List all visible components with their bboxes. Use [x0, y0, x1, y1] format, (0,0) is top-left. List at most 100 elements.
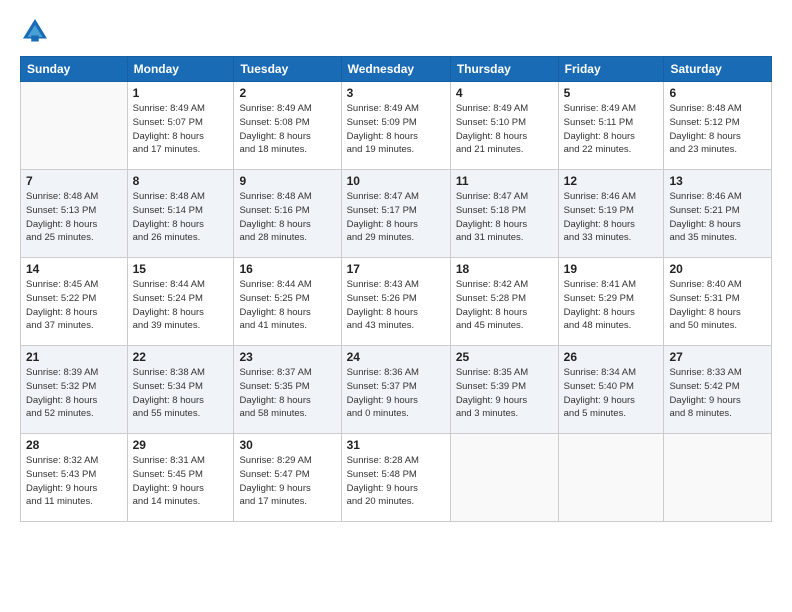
day-number: 25	[456, 350, 553, 364]
calendar-cell	[21, 82, 128, 170]
day-info: Sunrise: 8:47 AMSunset: 5:17 PMDaylight:…	[347, 190, 445, 245]
day-info: Sunrise: 8:49 AMSunset: 5:08 PMDaylight:…	[239, 102, 335, 157]
day-info: Sunrise: 8:49 AMSunset: 5:07 PMDaylight:…	[133, 102, 229, 157]
calendar-cell: 21 Sunrise: 8:39 AMSunset: 5:32 PMDayligh…	[21, 346, 128, 434]
page: SundayMondayTuesdayWednesdayThursdayFrid…	[0, 0, 792, 612]
day-number: 7	[26, 174, 122, 188]
day-number: 31	[347, 438, 445, 452]
weekday-header-saturday: Saturday	[664, 57, 772, 82]
day-info: Sunrise: 8:42 AMSunset: 5:28 PMDaylight:…	[456, 278, 553, 333]
calendar-cell: 18 Sunrise: 8:42 AMSunset: 5:28 PMDayligh…	[450, 258, 558, 346]
day-number: 21	[26, 350, 122, 364]
calendar-cell: 20 Sunrise: 8:40 AMSunset: 5:31 PMDayligh…	[664, 258, 772, 346]
day-info: Sunrise: 8:34 AMSunset: 5:40 PMDaylight:…	[564, 366, 659, 421]
day-number: 1	[133, 86, 229, 100]
calendar-cell: 13Sunrise: 8:46 AMSunset: 5:21 PMDayligh…	[664, 170, 772, 258]
calendar-row-4: 21 Sunrise: 8:39 AMSunset: 5:32 PMDayligh…	[21, 346, 772, 434]
day-number: 23	[239, 350, 335, 364]
calendar-cell: 14 Sunrise: 8:45 AMSunset: 5:22 PMDayligh…	[21, 258, 128, 346]
day-number: 8	[133, 174, 229, 188]
day-number: 5	[564, 86, 659, 100]
day-info: Sunrise: 8:37 AMSunset: 5:35 PMDaylight:…	[239, 366, 335, 421]
day-info: Sunrise: 8:49 AMSunset: 5:09 PMDaylight:…	[347, 102, 445, 157]
calendar-header-row: SundayMondayTuesdayWednesdayThursdayFrid…	[21, 57, 772, 82]
header	[20, 16, 772, 46]
calendar-cell: 12Sunrise: 8:46 AMSunset: 5:19 PMDayligh…	[558, 170, 664, 258]
day-number: 24	[347, 350, 445, 364]
day-number: 10	[347, 174, 445, 188]
calendar-cell: 5 Sunrise: 8:49 AMSunset: 5:11 PMDaylight…	[558, 82, 664, 170]
day-info: Sunrise: 8:49 AMSunset: 5:11 PMDaylight:…	[564, 102, 659, 157]
day-info: Sunrise: 8:39 AMSunset: 5:32 PMDaylight:…	[26, 366, 122, 421]
calendar-cell: 23 Sunrise: 8:37 AMSunset: 5:35 PMDayligh…	[234, 346, 341, 434]
calendar-cell: 4 Sunrise: 8:49 AMSunset: 5:10 PMDaylight…	[450, 82, 558, 170]
calendar-cell: 7 Sunrise: 8:48 AMSunset: 5:13 PMDaylight…	[21, 170, 128, 258]
day-info: Sunrise: 8:43 AMSunset: 5:26 PMDaylight:…	[347, 278, 445, 333]
calendar-cell: 9 Sunrise: 8:48 AMSunset: 5:16 PMDaylight…	[234, 170, 341, 258]
day-number: 17	[347, 262, 445, 276]
day-info: Sunrise: 8:35 AMSunset: 5:39 PMDaylight:…	[456, 366, 553, 421]
calendar-cell: 31 Sunrise: 8:28 AMSunset: 5:48 PMDayligh…	[341, 434, 450, 522]
calendar-cell: 27Sunrise: 8:33 AMSunset: 5:42 PMDayligh…	[664, 346, 772, 434]
day-number: 6	[669, 86, 766, 100]
calendar-cell: 30Sunrise: 8:29 AMSunset: 5:47 PMDayligh…	[234, 434, 341, 522]
day-info: Sunrise: 8:32 AMSunset: 5:43 PMDaylight:…	[26, 454, 122, 509]
calendar-cell	[558, 434, 664, 522]
day-number: 22	[133, 350, 229, 364]
calendar-cell: 3Sunrise: 8:49 AMSunset: 5:09 PMDaylight…	[341, 82, 450, 170]
calendar-cell: 29 Sunrise: 8:31 AMSunset: 5:45 PMDayligh…	[127, 434, 234, 522]
day-info: Sunrise: 8:48 AMSunset: 5:16 PMDaylight:…	[239, 190, 335, 245]
calendar-cell: 10 Sunrise: 8:47 AMSunset: 5:17 PMDayligh…	[341, 170, 450, 258]
calendar-row-2: 7 Sunrise: 8:48 AMSunset: 5:13 PMDaylight…	[21, 170, 772, 258]
day-number: 15	[133, 262, 229, 276]
calendar-cell: 16Sunrise: 8:44 AMSunset: 5:25 PMDayligh…	[234, 258, 341, 346]
day-number: 20	[669, 262, 766, 276]
day-number: 18	[456, 262, 553, 276]
day-number: 12	[564, 174, 659, 188]
calendar-cell: 28 Sunrise: 8:32 AMSunset: 5:43 PMDayligh…	[21, 434, 128, 522]
day-number: 9	[239, 174, 335, 188]
day-info: Sunrise: 8:38 AMSunset: 5:34 PMDaylight:…	[133, 366, 229, 421]
calendar-cell: 2 Sunrise: 8:49 AMSunset: 5:08 PMDaylight…	[234, 82, 341, 170]
day-number: 28	[26, 438, 122, 452]
day-info: Sunrise: 8:41 AMSunset: 5:29 PMDaylight:…	[564, 278, 659, 333]
day-info: Sunrise: 8:48 AMSunset: 5:12 PMDaylight:…	[669, 102, 766, 157]
day-info: Sunrise: 8:40 AMSunset: 5:31 PMDaylight:…	[669, 278, 766, 333]
calendar-cell: 26 Sunrise: 8:34 AMSunset: 5:40 PMDayligh…	[558, 346, 664, 434]
calendar-table: SundayMondayTuesdayWednesdayThursdayFrid…	[20, 56, 772, 522]
day-number: 19	[564, 262, 659, 276]
calendar-cell: 17 Sunrise: 8:43 AMSunset: 5:26 PMDayligh…	[341, 258, 450, 346]
calendar-cell: 1 Sunrise: 8:49 AMSunset: 5:07 PMDaylight…	[127, 82, 234, 170]
weekday-header-tuesday: Tuesday	[234, 57, 341, 82]
day-info: Sunrise: 8:44 AMSunset: 5:24 PMDaylight:…	[133, 278, 229, 333]
calendar-cell: 6 Sunrise: 8:48 AMSunset: 5:12 PMDaylight…	[664, 82, 772, 170]
day-number: 16	[239, 262, 335, 276]
day-info: Sunrise: 8:28 AMSunset: 5:48 PMDaylight:…	[347, 454, 445, 509]
day-info: Sunrise: 8:48 AMSunset: 5:14 PMDaylight:…	[133, 190, 229, 245]
weekday-header-wednesday: Wednesday	[341, 57, 450, 82]
calendar-cell: 8 Sunrise: 8:48 AMSunset: 5:14 PMDaylight…	[127, 170, 234, 258]
calendar-cell: 25 Sunrise: 8:35 AMSunset: 5:39 PMDayligh…	[450, 346, 558, 434]
day-number: 13	[669, 174, 766, 188]
calendar-row-5: 28 Sunrise: 8:32 AMSunset: 5:43 PMDayligh…	[21, 434, 772, 522]
weekday-header-sunday: Sunday	[21, 57, 128, 82]
day-info: Sunrise: 8:48 AMSunset: 5:13 PMDaylight:…	[26, 190, 122, 245]
day-number: 29	[133, 438, 229, 452]
calendar-cell: 24 Sunrise: 8:36 AMSunset: 5:37 PMDayligh…	[341, 346, 450, 434]
day-info: Sunrise: 8:45 AMSunset: 5:22 PMDaylight:…	[26, 278, 122, 333]
weekday-header-monday: Monday	[127, 57, 234, 82]
day-number: 27	[669, 350, 766, 364]
day-number: 2	[239, 86, 335, 100]
weekday-header-thursday: Thursday	[450, 57, 558, 82]
day-number: 30	[239, 438, 335, 452]
day-info: Sunrise: 8:49 AMSunset: 5:10 PMDaylight:…	[456, 102, 553, 157]
day-info: Sunrise: 8:36 AMSunset: 5:37 PMDaylight:…	[347, 366, 445, 421]
day-info: Sunrise: 8:31 AMSunset: 5:45 PMDaylight:…	[133, 454, 229, 509]
day-number: 14	[26, 262, 122, 276]
weekday-header-friday: Friday	[558, 57, 664, 82]
calendar-cell: 11Sunrise: 8:47 AMSunset: 5:18 PMDayligh…	[450, 170, 558, 258]
logo	[20, 16, 54, 46]
calendar-cell: 19 Sunrise: 8:41 AMSunset: 5:29 PMDayligh…	[558, 258, 664, 346]
day-number: 4	[456, 86, 553, 100]
day-number: 26	[564, 350, 659, 364]
